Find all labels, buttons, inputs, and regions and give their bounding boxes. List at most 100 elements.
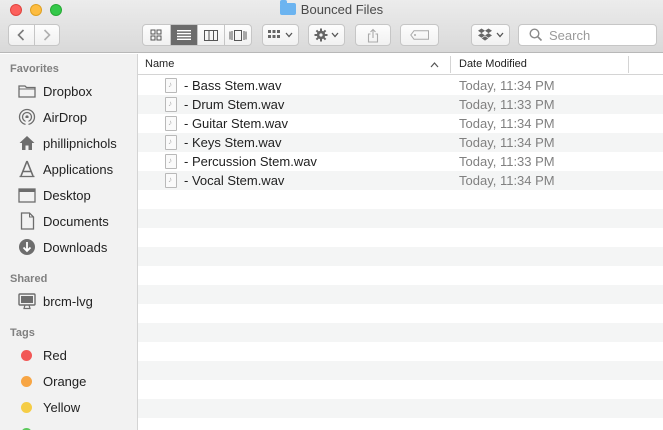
file-date-modified: Today, 11:33 PM	[459, 97, 555, 112]
sidebar-header-shared: Shared	[10, 273, 48, 285]
sidebar: Favorites Dropbox AirDrop phillipnichols…	[0, 54, 138, 430]
audio-file-icon	[165, 97, 177, 112]
file-date-modified: Today, 11:34 PM	[459, 173, 555, 188]
edit-tags-button[interactable]	[400, 24, 439, 46]
table-row[interactable]: - Vocal Stem.wav Today, 11:34 PM	[138, 171, 663, 190]
sidebar-item-label: Desktop	[43, 187, 91, 203]
icon-grid-icon	[150, 29, 162, 41]
sidebar-item-documents[interactable]: Documents	[0, 209, 137, 233]
back-button[interactable]	[9, 25, 34, 45]
columns-icon	[203, 29, 218, 41]
empty-row	[138, 285, 663, 304]
orange-tag-dot-icon	[21, 375, 32, 387]
audio-file-icon	[165, 78, 177, 93]
arrange-menu-button[interactable]	[262, 24, 299, 46]
sidebar-item-brcm-lvg[interactable]: brcm-lvg	[0, 289, 137, 313]
window-title: Bounced Files	[0, 0, 663, 19]
empty-row	[138, 209, 663, 228]
table-row[interactable]: - Drum Stem.wav Today, 11:33 PM	[138, 95, 663, 114]
sidebar-tag-label: Red	[43, 347, 67, 363]
empty-row	[138, 342, 663, 361]
sidebar-item-label: Downloads	[43, 239, 108, 255]
sidebar-tag-orange[interactable]: Orange	[0, 369, 137, 393]
chevron-down-icon	[331, 32, 339, 38]
sidebar-tag-label: Orange	[43, 373, 87, 389]
empty-row	[138, 418, 663, 430]
dropbox-menu-button[interactable]	[471, 24, 510, 46]
yellow-tag-dot-icon	[21, 401, 32, 413]
sidebar-tag-red[interactable]: Red	[0, 343, 137, 367]
search-input[interactable]: Search	[518, 24, 657, 46]
empty-row	[138, 304, 663, 323]
column-divider[interactable]	[628, 56, 629, 73]
empty-row	[138, 190, 663, 209]
red-tag-dot-icon	[21, 349, 32, 361]
column-header-name[interactable]: Name	[145, 58, 174, 70]
sidebar-item-airdrop[interactable]: AirDrop	[0, 105, 137, 129]
sidebar-item-label: AirDrop	[43, 109, 88, 125]
sidebar-tag-green-partial[interactable]	[0, 421, 137, 430]
search-icon	[529, 28, 543, 45]
sort-ascending-icon	[430, 62, 439, 68]
gear-icon	[314, 28, 328, 42]
chevron-down-icon	[285, 32, 293, 38]
empty-row	[138, 361, 663, 380]
table-row[interactable]: - Keys Stem.wav Today, 11:34 PM	[138, 133, 663, 152]
column-view-button[interactable]	[196, 25, 224, 45]
applications-icon	[17, 159, 37, 179]
empty-row	[138, 380, 663, 399]
sidebar-item-applications[interactable]: Applications	[0, 157, 137, 181]
search-placeholder: Search	[549, 27, 591, 43]
share-icon	[367, 28, 379, 43]
sidebar-header-favorites: Favorites	[10, 63, 59, 75]
window-title-text: Bounced Files	[300, 2, 384, 17]
empty-row	[138, 247, 663, 266]
sidebar-tag-yellow[interactable]: Yellow	[0, 395, 137, 419]
chevron-left-icon	[17, 29, 25, 41]
empty-row	[138, 323, 663, 342]
sidebar-item-label: Documents	[43, 213, 109, 229]
sidebar-item-label: Dropbox	[43, 83, 93, 99]
table-row[interactable]: - Percussion Stem.wav Today, 11:33 PM	[138, 152, 663, 171]
share-button[interactable]	[355, 24, 391, 46]
desktop-icon	[17, 185, 37, 205]
sidebar-tag-label: Yellow	[43, 399, 81, 415]
folder-icon	[279, 0, 296, 15]
file-rows: - Bass Stem.wav Today, 11:34 PM - Drum S…	[138, 76, 663, 430]
chevron-down-icon	[496, 32, 504, 38]
action-menu-button[interactable]	[308, 24, 345, 46]
file-date-modified: Today, 11:34 PM	[459, 116, 555, 131]
column-header: Name Date Modified	[138, 54, 663, 75]
tag-icon	[409, 30, 429, 40]
documents-icon	[17, 211, 37, 231]
empty-row	[138, 228, 663, 247]
downloads-icon	[17, 237, 37, 257]
forward-button[interactable]	[33, 25, 59, 45]
column-header-date-modified[interactable]: Date Modified	[459, 58, 527, 70]
list-view-button[interactable]	[169, 25, 197, 45]
sidebar-item-downloads[interactable]: Downloads	[0, 235, 137, 259]
sidebar-item-label: brcm-lvg	[43, 293, 93, 309]
file-name: - Keys Stem.wav	[184, 135, 282, 150]
audio-file-icon	[165, 135, 177, 150]
sidebar-item-home[interactable]: phillipnichols	[0, 131, 137, 155]
sidebar-item-dropbox[interactable]: Dropbox	[0, 79, 137, 103]
arrange-grid-icon	[268, 30, 280, 38]
table-row[interactable]: - Bass Stem.wav Today, 11:34 PM	[138, 76, 663, 95]
window-toolbar: Bounced Files Search	[0, 0, 663, 53]
cover-flow-view-button[interactable]	[223, 25, 251, 45]
file-date-modified: Today, 11:33 PM	[459, 154, 555, 169]
icon-view-button[interactable]	[143, 25, 170, 45]
file-date-modified: Today, 11:34 PM	[459, 135, 555, 150]
table-row[interactable]: - Guitar Stem.wav Today, 11:34 PM	[138, 114, 663, 133]
audio-file-icon	[165, 154, 177, 169]
file-name: - Percussion Stem.wav	[184, 154, 317, 169]
list-lines-icon	[176, 30, 191, 40]
audio-file-icon	[165, 173, 177, 188]
sidebar-item-desktop[interactable]: Desktop	[0, 183, 137, 207]
view-mode-selector	[142, 24, 252, 46]
navigation-buttons	[8, 24, 60, 46]
empty-row	[138, 399, 663, 418]
column-divider[interactable]	[450, 56, 451, 73]
file-date-modified: Today, 11:34 PM	[459, 78, 555, 93]
